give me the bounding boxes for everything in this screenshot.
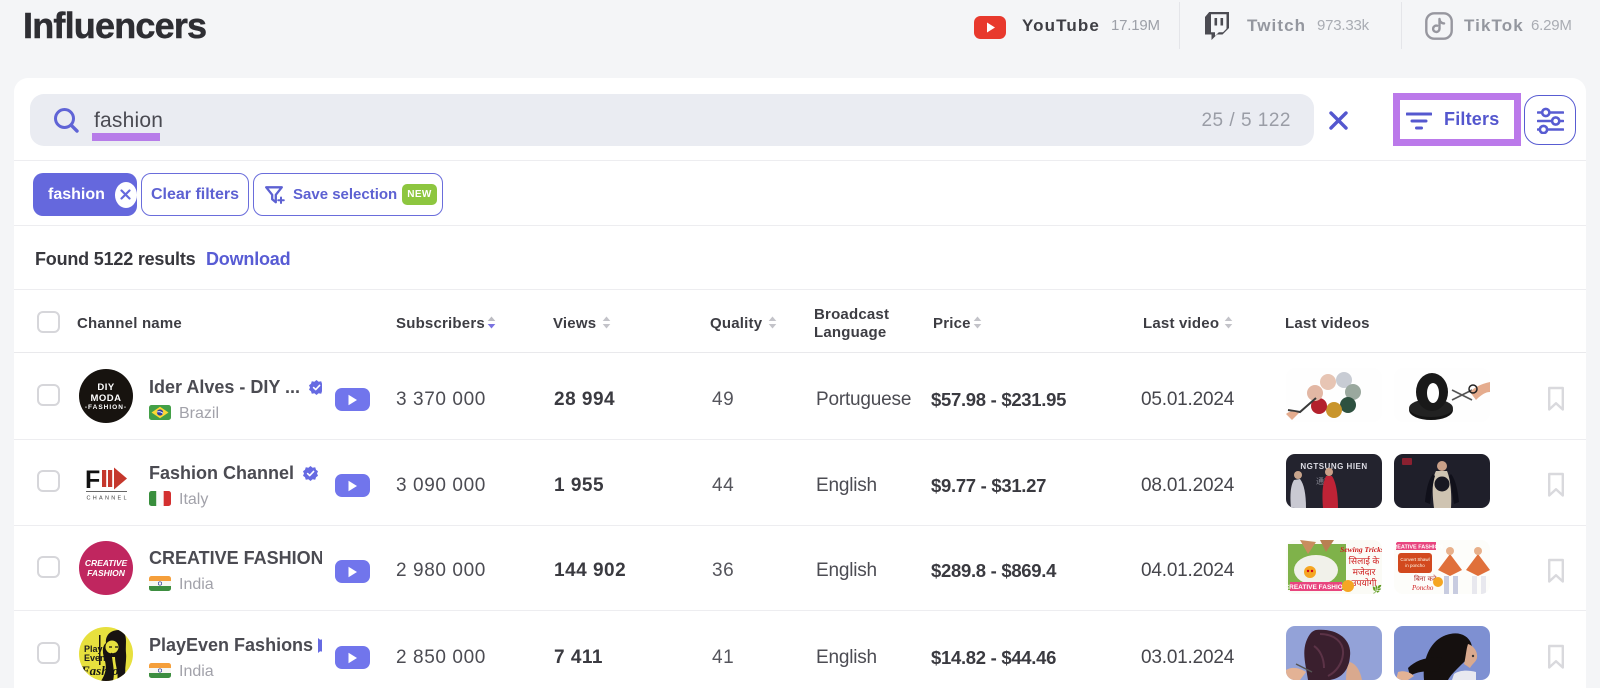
svg-text:सिलाई के: सिलाई के (1349, 555, 1381, 566)
svg-text:in poncho: in poncho (1405, 563, 1425, 568)
svg-text:CHANNEL: CHANNEL (87, 496, 129, 502)
svg-text:Convert Shawl: Convert Shawl (1400, 557, 1429, 562)
svg-text:CREATIVE FASHION: CREATIVE FASHION (1394, 545, 1443, 551)
svg-text:Sewing Tricks: Sewing Tricks (1340, 545, 1382, 554)
svg-text:NGTSUNG HIEN: NGTSUNG HIEN (1300, 462, 1367, 471)
svg-text:CREATIVE FASHION: CREATIVE FASHION (1286, 584, 1348, 591)
svg-text:Even: Even (84, 653, 106, 663)
svg-text:Poncho: Poncho (1411, 584, 1434, 592)
svg-text:मजेदार: मजेदार (1353, 566, 1376, 577)
svg-text:F: F (85, 466, 100, 494)
